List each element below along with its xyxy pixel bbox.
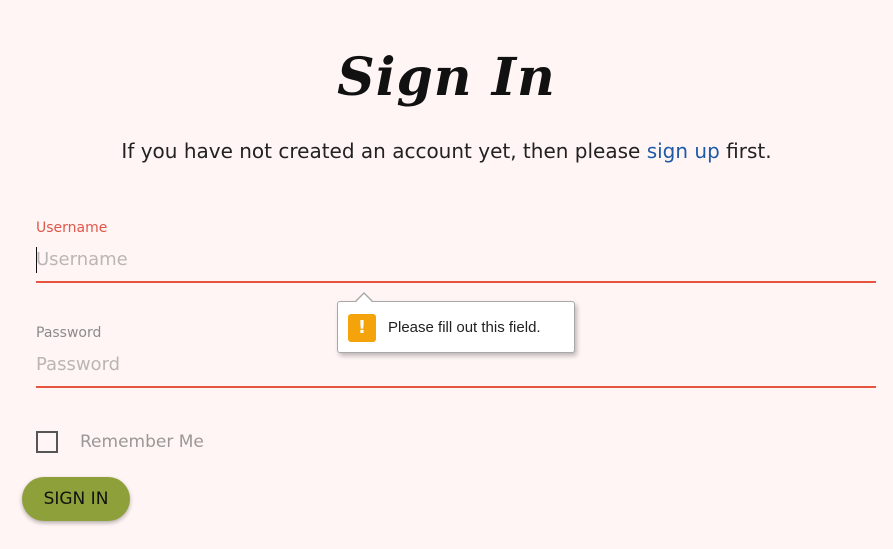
username-input-wrapper xyxy=(36,237,876,283)
sign-in-button[interactable]: SIGN IN xyxy=(22,477,130,521)
sign-in-page: Sign In If you have not created an accou… xyxy=(0,0,893,549)
intro-text: If you have not created an account yet, … xyxy=(0,136,893,166)
remember-me-label[interactable]: Remember Me xyxy=(80,431,204,453)
password-input[interactable] xyxy=(36,350,876,378)
username-field: Username xyxy=(36,219,876,283)
username-input[interactable] xyxy=(36,245,876,273)
username-label: Username xyxy=(36,220,108,236)
validation-tooltip: ! Please fill out this field. xyxy=(337,292,575,353)
intro-text-before: If you have not created an account yet, … xyxy=(121,139,647,163)
intro-text-after: first. xyxy=(719,139,772,163)
warning-icon: ! xyxy=(348,314,376,342)
sign-up-link[interactable]: sign up xyxy=(647,139,720,163)
remember-me-checkbox[interactable] xyxy=(36,431,58,453)
validation-message: Please fill out this field. xyxy=(388,319,541,336)
text-caret xyxy=(36,247,37,273)
page-title: Sign In xyxy=(337,47,556,108)
